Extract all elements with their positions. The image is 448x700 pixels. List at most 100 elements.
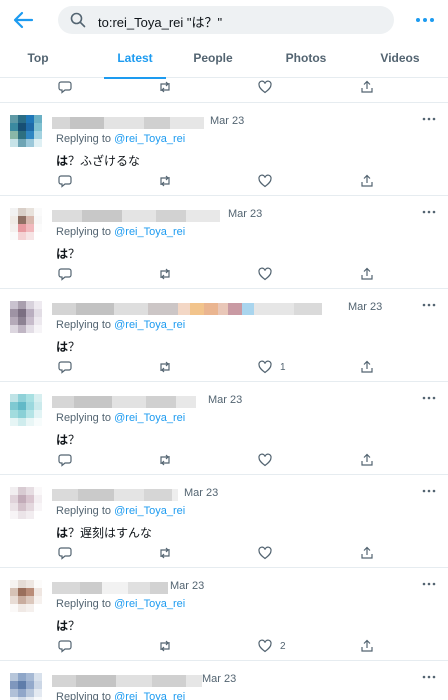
retweet-button[interactable] [158,638,172,654]
display-name[interactable] [52,210,220,222]
more-icon[interactable] [422,115,436,123]
tab-videos[interactable]: Videos [362,40,438,78]
back-arrow-icon[interactable] [12,10,34,30]
tweet[interactable]: Mar 23 Replying to @rei_Toya_rei は？ [0,195,448,288]
tweet-text: は？ [56,433,81,447]
avatar[interactable] [10,487,42,519]
display-name[interactable] [52,396,196,408]
tweet-text: は？ [56,247,81,261]
like-icon [258,267,272,281]
replying-to: Replying to @rei_Toya_rei [56,691,185,700]
retweet-button[interactable] [158,545,172,561]
tab-photos[interactable]: Photos [270,40,342,78]
replying-to: Replying to @rei_Toya_rei [56,133,186,145]
mention-link[interactable]: @rei_Toya_rei [114,412,185,424]
reply-button[interactable] [58,545,72,561]
like-button[interactable]: 2 [258,638,286,654]
reply-icon [58,547,72,560]
tweet-timestamp[interactable]: Mar 23 [170,580,204,592]
avatar[interactable] [10,208,42,240]
more-icon[interactable] [422,301,436,309]
share-button[interactable] [360,359,374,375]
replying-to: Replying to @rei_Toya_rei [56,598,186,610]
share-icon [361,174,373,187]
tweet-timestamp[interactable]: Mar 23 [228,208,262,220]
like-count: 1 [280,361,286,373]
tab-top[interactable]: Top [0,40,76,78]
tweet-actions [0,266,448,282]
share-button[interactable] [360,173,374,189]
more-icon[interactable] [422,208,436,216]
tweet-text: は？ [56,619,81,633]
more-icon[interactable] [422,394,436,402]
share-icon [361,453,373,466]
tweet[interactable]: Mar 23 Replying to @rei_Toya_rei は？ふざけるな [0,102,448,195]
tweet-text: は？ふざけるな [56,154,141,168]
display-name[interactable] [52,675,202,687]
like-icon [258,174,272,188]
mention-link[interactable]: @rei_Toya_rei [114,598,185,610]
search-field[interactable]: to:rei_Toya_rei "は？" [58,6,394,34]
tab-latest[interactable]: Latest [104,40,166,79]
search-query[interactable]: to:rei_Toya_rei "は？" [98,12,222,31]
like-button[interactable]: 1 [258,359,286,375]
tweet[interactable]: Mar 23 Replying to @rei_Toya_rei は？ 1 [0,288,448,381]
more-icon[interactable] [414,10,436,30]
mention-link[interactable]: @rei_Toya_rei [114,133,185,145]
reply-button[interactable] [58,266,72,282]
retweet-button[interactable] [158,359,172,375]
reply-button[interactable] [58,79,72,95]
tweet-actions: 1 [0,359,448,375]
display-name[interactable] [52,489,178,501]
like-button[interactable] [258,79,272,95]
more-icon[interactable] [422,487,436,495]
tab-people[interactable]: People [178,40,248,78]
display-name[interactable] [52,582,168,594]
reply-button[interactable] [58,173,72,189]
avatar[interactable] [10,115,42,147]
tweet[interactable]: Mar 23 Replying to @rei_Toya_rei [0,660,448,700]
avatar[interactable] [10,673,42,700]
reply-icon [58,175,72,188]
retweet-icon [160,640,170,652]
avatar[interactable] [10,580,42,612]
like-button[interactable] [258,266,280,282]
reply-button[interactable] [58,638,72,654]
like-button[interactable] [258,545,280,561]
like-button[interactable] [258,452,280,468]
more-icon[interactable] [422,580,436,588]
share-button[interactable] [360,79,374,95]
tweet[interactable]: Mar 23 Replying to @rei_Toya_rei は？ 2 [0,567,448,660]
more-icon[interactable] [422,673,436,681]
avatar[interactable] [10,394,42,426]
tweet-timestamp[interactable]: Mar 23 [202,673,236,685]
tweet-timestamp[interactable]: Mar 23 [348,301,382,313]
like-button[interactable] [258,173,280,189]
like-icon [258,639,272,653]
retweet-button[interactable] [158,266,172,282]
tweet[interactable]: Mar 23 Replying to @rei_Toya_rei は？ [0,381,448,474]
display-name[interactable] [52,117,204,129]
mention-link[interactable]: @rei_Toya_rei [114,691,185,700]
retweet-button[interactable] [158,173,172,189]
tweet-timestamp[interactable]: Mar 23 [184,487,218,499]
mention-link[interactable]: @rei_Toya_rei [114,226,185,238]
reply-icon [58,640,72,653]
tweet-timestamp[interactable]: Mar 23 [210,115,244,127]
share-button[interactable] [360,452,374,468]
mention-link[interactable]: @rei_Toya_rei [114,505,185,517]
share-button[interactable] [360,266,374,282]
avatar[interactable] [10,301,42,333]
retweet-button[interactable] [158,452,172,468]
reply-button[interactable] [58,452,72,468]
tweet-actions [0,452,448,468]
share-button[interactable] [360,545,374,561]
display-name[interactable] [52,303,322,315]
reply-button[interactable] [58,359,72,375]
mention-link[interactable]: @rei_Toya_rei [114,319,185,331]
tweet-timestamp[interactable]: Mar 23 [208,394,242,406]
retweet-button[interactable] [158,79,172,95]
tab-bar: Top Latest People Photos Videos [0,40,448,79]
share-button[interactable] [360,638,374,654]
tweet[interactable]: Mar 23 Replying to @rei_Toya_rei は？遅刻はすん… [0,474,448,567]
